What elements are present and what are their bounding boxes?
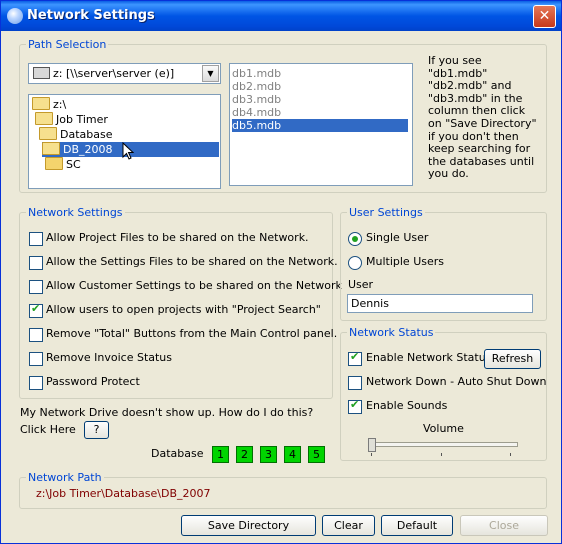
allow-settings-files-checkbox[interactable] <box>29 256 43 270</box>
password-protect-checkbox[interactable] <box>29 376 43 390</box>
allow-settings-files-label: Allow the Settings Files to be shared on… <box>46 255 338 268</box>
volume-slider-thumb[interactable] <box>368 438 376 452</box>
tree-item-drive[interactable]: z:\ <box>32 97 66 112</box>
network-status-legend: Network Status <box>349 326 434 339</box>
allow-project-search-checkbox[interactable] <box>29 302 43 318</box>
multiple-users-label: Multiple Users <box>366 255 444 268</box>
tree-item-label: SC <box>66 158 81 171</box>
drive-combo[interactable]: z: [\\server\server (e)] ▼ <box>28 63 221 84</box>
password-protect-label: Password Protect <box>46 375 140 388</box>
network-down-label: Network Down - Auto Shut Down <box>366 375 547 388</box>
enable-network-status-checkbox[interactable] <box>348 350 362 366</box>
tree-item-sc[interactable]: SC <box>45 157 81 172</box>
folder-icon <box>45 157 63 170</box>
user-name-input[interactable]: Dennis <box>347 294 533 313</box>
allow-customer-settings-label: Allow Customer Settings to be shared on … <box>46 279 342 292</box>
path-help-text: If you see "db1.mdb" "db2.mdb" and "db3.… <box>428 54 537 181</box>
slider-tick <box>441 453 442 456</box>
list-item[interactable]: db2.mdb <box>232 80 408 93</box>
tree-item-database[interactable]: Database <box>39 127 113 142</box>
allow-customer-settings-checkbox[interactable] <box>29 280 43 294</box>
network-drive-help-text: My Network Drive doesn't show up. How do… <box>20 406 314 419</box>
path-selection-legend: Path Selection <box>28 38 107 51</box>
enable-sounds-label: Enable Sounds <box>366 399 448 412</box>
help-button[interactable]: ? <box>84 421 109 439</box>
folder-open-icon <box>35 112 53 125</box>
single-user-radio[interactable] <box>348 232 362 246</box>
network-settings-legend: Network Settings <box>28 206 123 219</box>
remove-total-buttons-checkbox[interactable] <box>29 328 43 342</box>
multiple-users-radio[interactable] <box>348 256 362 270</box>
database-list[interactable]: db1.mdb db2.mdb db3.mdb db4.mdb db5.mdb <box>229 63 413 186</box>
folder-tree[interactable]: z:\ Job Timer Database DB_2008 SC <box>28 94 221 189</box>
database-4-button[interactable]: 4 <box>284 446 301 463</box>
tree-item-label: DB_2008 <box>63 143 113 156</box>
chevron-down-icon[interactable]: ▼ <box>202 65 219 82</box>
allow-project-search-label: Allow users to open projects with "Proje… <box>46 303 321 316</box>
remove-invoice-status-checkbox[interactable] <box>29 352 43 366</box>
network-path-value: z:\Job Timer\Database\DB_2007 <box>36 487 211 500</box>
user-field-label: User <box>348 278 374 291</box>
default-button[interactable]: Default <box>381 515 453 536</box>
folder-open-icon <box>32 97 50 110</box>
close-window-button[interactable]: ✕ <box>533 5 556 28</box>
network-settings-window: Network Settings ✕ Path Selection z: [\\… <box>0 0 562 544</box>
database-label: Database <box>151 447 204 460</box>
enable-network-status-label: Enable Network Status <box>366 351 492 364</box>
app-globe-icon <box>7 8 23 24</box>
list-item[interactable]: db1.mdb <box>232 67 408 80</box>
folder-open-icon <box>42 142 60 155</box>
user-settings-legend: User Settings <box>349 206 423 219</box>
database-3-button[interactable]: 3 <box>260 446 277 463</box>
tree-item-label: z:\ <box>53 98 67 111</box>
folder-open-icon <box>39 127 57 140</box>
refresh-button[interactable]: Refresh <box>484 349 541 369</box>
remove-total-buttons-label: Remove "Total" Buttons from the Main Con… <box>46 327 338 340</box>
close-button[interactable]: Close <box>460 515 548 536</box>
save-directory-button[interactable]: Save Directory <box>181 515 316 536</box>
mouse-cursor-icon <box>122 142 135 160</box>
title-bar[interactable]: Network Settings ✕ <box>1 1 561 31</box>
slider-tick <box>510 453 511 456</box>
tree-item-label: Job Timer <box>56 113 108 126</box>
database-5-button[interactable]: 5 <box>308 446 325 463</box>
tree-item-label: Database <box>60 128 113 141</box>
window-title: Network Settings <box>27 8 155 23</box>
network-drive-icon <box>33 67 50 79</box>
list-item[interactable]: db3.mdb <box>232 93 408 106</box>
list-item[interactable]: db4.mdb <box>232 106 408 119</box>
list-item-selected[interactable]: db5.mdb <box>232 119 408 132</box>
allow-project-files-checkbox[interactable] <box>29 232 43 246</box>
click-here-label: Click Here <box>20 423 76 436</box>
allow-project-files-label: Allow Project Files to be shared on the … <box>46 231 309 244</box>
database-2-button[interactable]: 2 <box>236 446 253 463</box>
volume-slider[interactable] <box>371 442 518 447</box>
clear-button[interactable]: Clear <box>322 515 375 536</box>
volume-label: Volume <box>423 422 464 435</box>
network-path-legend: Network Path <box>28 471 102 484</box>
network-down-checkbox[interactable] <box>348 376 362 390</box>
remove-invoice-status-label: Remove Invoice Status <box>46 351 173 364</box>
drive-combo-value: z: [\\server\server (e)] <box>53 67 175 80</box>
enable-sounds-checkbox[interactable] <box>348 398 362 414</box>
slider-tick <box>371 453 372 456</box>
database-1-button[interactable]: 1 <box>212 446 229 463</box>
tree-item-job-timer[interactable]: Job Timer <box>35 112 108 127</box>
single-user-label: Single User <box>366 231 429 244</box>
